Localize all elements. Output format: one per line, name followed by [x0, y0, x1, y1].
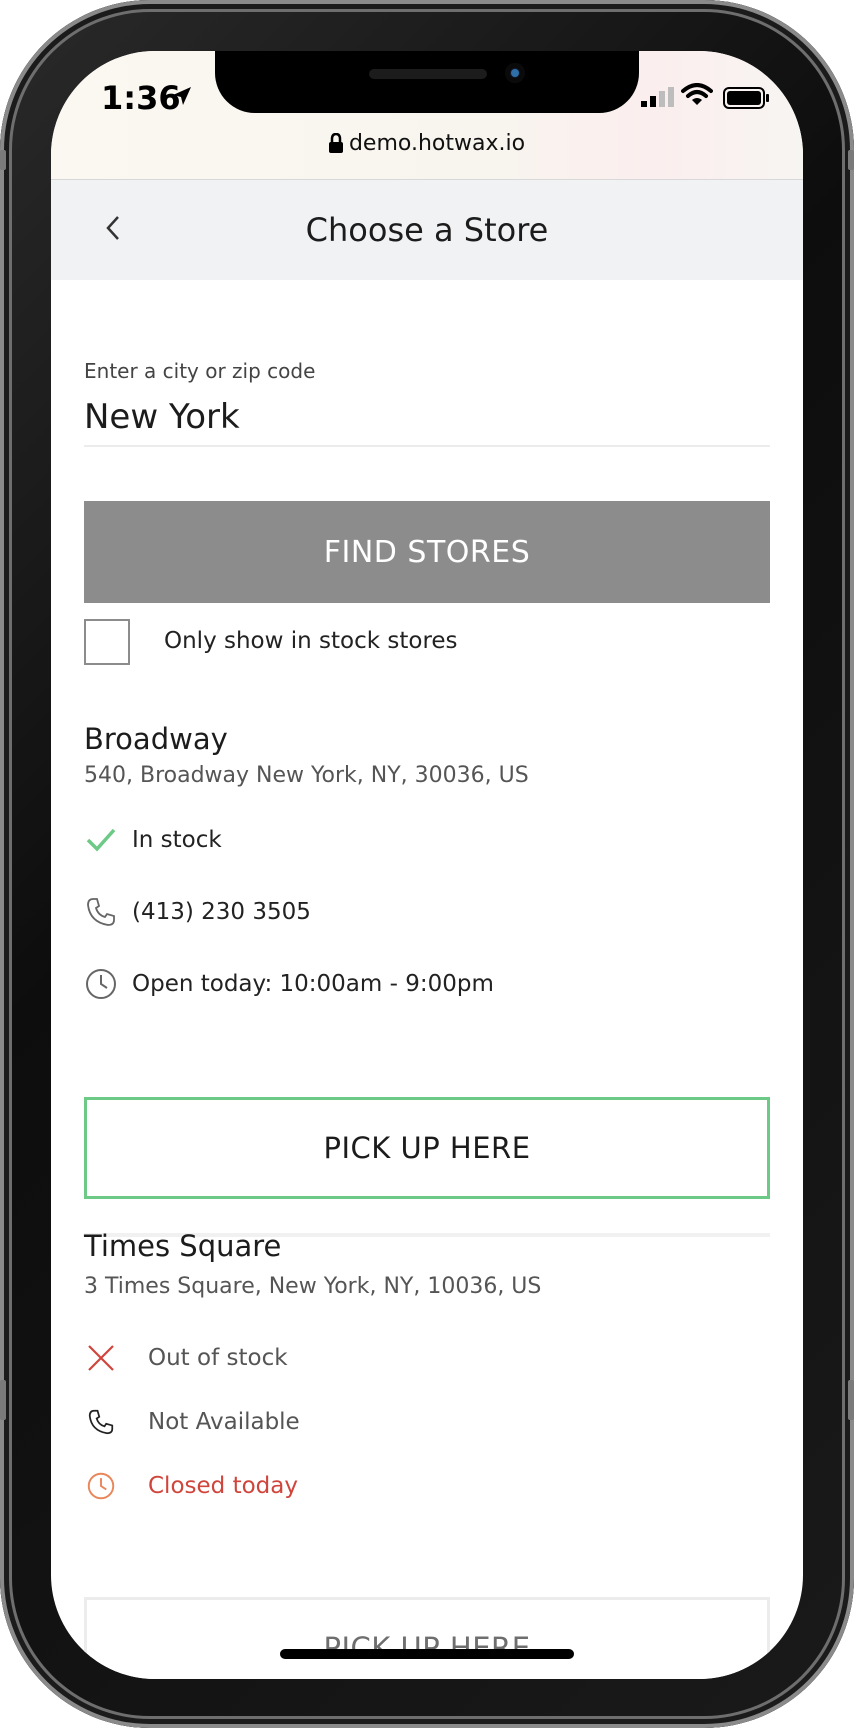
hours-text: Closed today [148, 1473, 298, 1499]
front-camera [505, 63, 525, 83]
store-address: 3 Times Square, New York, NY, 10036, US [84, 1274, 542, 1299]
url-text: demo.hotwax.io [348, 131, 526, 156]
browser-url[interactable]: demo.hotwax.io [51, 131, 803, 159]
checkmark-icon [84, 823, 118, 857]
phone-icon [84, 895, 118, 929]
phone-frame: 1:36 demo.hotwax.io Choose a Store Enter… [0, 0, 854, 1728]
store-phone[interactable]: (413) 230 3505 [84, 892, 311, 932]
screen: 1:36 demo.hotwax.io Choose a Store Enter… [51, 51, 803, 1679]
in-stock-checkbox-label: Only show in stock stores [164, 628, 458, 654]
pick-up-here-button[interactable]: PICK UP HERE [84, 1097, 770, 1199]
store-hours: Open today: 10:00am - 9:00pm [84, 964, 494, 1004]
status-bar: 1:36 demo.hotwax.io [51, 51, 803, 179]
in-stock-checkbox[interactable] [84, 619, 130, 665]
back-button[interactable] [91, 206, 135, 254]
store-name: Broadway [84, 722, 228, 756]
find-stores-button[interactable]: FIND STORES [84, 501, 770, 603]
stock-status: Out of stock [84, 1338, 288, 1378]
battery-icon [723, 87, 771, 113]
stock-status: In stock [84, 820, 222, 860]
phone-text: (413) 230 3505 [132, 899, 311, 925]
stock-text: Out of stock [148, 1345, 288, 1371]
side-button [0, 150, 6, 170]
speaker [369, 69, 487, 79]
store-name: Times Square [84, 1229, 282, 1263]
phone-text: Not Available [148, 1409, 300, 1435]
phone-icon [84, 1405, 118, 1439]
side-button [848, 1380, 854, 1420]
side-button [848, 150, 854, 170]
notch [215, 51, 639, 113]
status-time: 1:36 [101, 79, 181, 117]
store-hours: Closed today [84, 1466, 298, 1506]
nav-bar: Choose a Store [51, 179, 803, 280]
page-title: Choose a Store [305, 211, 549, 249]
location-arrow-icon [171, 85, 193, 111]
search-input[interactable] [84, 389, 770, 447]
pick-up-here-button[interactable]: PICK UP HERE [84, 1597, 770, 1679]
side-button [0, 1380, 6, 1420]
hours-text: Open today: 10:00am - 9:00pm [132, 971, 494, 997]
clock-icon [84, 967, 118, 1001]
search-label: Enter a city or zip code [84, 359, 316, 383]
clock-icon [84, 1469, 118, 1503]
x-mark-icon [84, 1341, 118, 1375]
store-address: 540, Broadway New York, NY, 30036, US [84, 763, 529, 788]
cellular-signal-icon [641, 87, 675, 111]
lock-icon [328, 132, 343, 159]
chevron-left-icon [105, 215, 121, 245]
store-phone: Not Available [84, 1402, 300, 1442]
stock-text: In stock [132, 827, 222, 853]
home-indicator[interactable] [280, 1649, 574, 1659]
wifi-icon [681, 83, 713, 111]
